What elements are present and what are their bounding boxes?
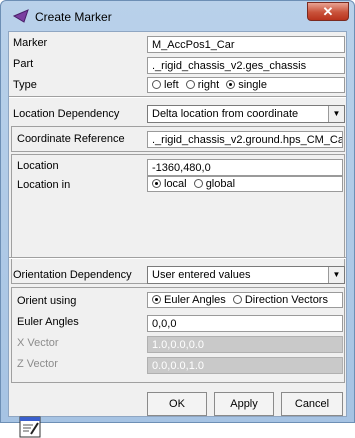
coordinate-reference-field[interactable]: ._rigid_chassis_v2.ground.hps_CM_Car <box>147 131 343 148</box>
create-marker-dialog: Create Marker ✕ Marker M_AccPos1_Car Par… <box>0 0 355 438</box>
location-in-label: Location in <box>17 179 71 191</box>
orientation-dependency-value: User entered values <box>152 269 251 281</box>
z-vector-label: Z Vector <box>17 358 58 370</box>
separator <box>9 96 346 98</box>
x-vector-field: 1.0,0.0,0.0 <box>147 336 343 353</box>
type-left-text: left <box>164 79 179 91</box>
location-field[interactable]: -1360,480,0 <box>147 159 343 176</box>
separator <box>9 257 346 259</box>
radio-euler-angles[interactable] <box>152 295 161 304</box>
cancel-button[interactable]: Cancel <box>281 392 343 416</box>
location-local-option[interactable]: local <box>148 178 187 190</box>
location-dependency-select[interactable]: Delta location from coordinate ▼ <box>147 105 345 123</box>
direction-vectors-option[interactable]: Direction Vectors <box>229 294 328 306</box>
dialog-body: Marker M_AccPos1_Car Part ._rigid_chassi… <box>8 31 347 438</box>
direction-vectors-text: Direction Vectors <box>244 294 328 306</box>
euler-angles-label: Euler Angles <box>17 316 79 328</box>
apply-button[interactable]: Apply <box>214 392 274 416</box>
close-button[interactable]: ✕ <box>307 2 349 21</box>
part-label: Part <box>13 58 34 70</box>
type-left-option[interactable]: left <box>148 79 179 91</box>
radio-local[interactable] <box>152 179 161 188</box>
chevron-down-icon[interactable]: ▼ <box>328 106 344 122</box>
location-dependency-label: Location Dependency <box>13 108 120 120</box>
local-text: local <box>164 178 187 190</box>
ok-button[interactable]: OK <box>147 392 207 416</box>
close-icon: ✕ <box>322 4 334 19</box>
title-bar[interactable]: Create Marker ✕ <box>1 1 354 31</box>
location-label: Location <box>17 160 59 172</box>
coordinate-reference-label: Coordinate Reference <box>17 133 125 145</box>
euler-angles-text: Euler Angles <box>164 294 226 306</box>
window-title: Create Marker <box>35 10 112 24</box>
radio-direction-vectors[interactable] <box>232 295 242 304</box>
type-right-option[interactable]: right <box>182 79 219 91</box>
type-single-option[interactable]: single <box>222 79 267 91</box>
orient-using-label: Orient using <box>17 295 77 307</box>
x-vector-label: X Vector <box>17 337 59 349</box>
global-text: global <box>205 178 236 190</box>
type-right-text: right <box>197 79 220 91</box>
z-vector-field: 0.0,0.0,1.0 <box>147 357 343 374</box>
orientation-dependency-label: Orientation Dependency <box>13 269 132 281</box>
radio-global[interactable] <box>193 179 203 188</box>
location-global-option[interactable]: global <box>190 178 235 190</box>
type-single-text: single <box>238 79 267 91</box>
type-radio-group: left right single <box>147 77 345 93</box>
marker-field[interactable]: M_AccPos1_Car <box>147 36 345 53</box>
orient-using-radio-group: Euler Angles Direction Vectors <box>147 292 343 308</box>
radio-right[interactable] <box>185 80 195 89</box>
orientation-dependency-select[interactable]: User entered values ▼ <box>147 266 345 284</box>
marker-label: Marker <box>13 37 48 49</box>
euler-angles-option[interactable]: Euler Angles <box>148 294 226 306</box>
type-label: Type <box>13 79 37 91</box>
notepad-icon[interactable] <box>19 416 41 438</box>
marker-icon <box>13 9 29 23</box>
chevron-down-icon[interactable]: ▼ <box>328 267 344 283</box>
location-in-radio-group: local global <box>147 176 343 192</box>
radio-left[interactable] <box>152 80 161 89</box>
location-dependency-value: Delta location from coordinate <box>152 108 299 120</box>
part-field[interactable]: ._rigid_chassis_v2.ges_chassis <box>147 57 345 74</box>
euler-angles-field[interactable]: 0,0,0 <box>147 315 343 332</box>
radio-single[interactable] <box>226 80 236 89</box>
